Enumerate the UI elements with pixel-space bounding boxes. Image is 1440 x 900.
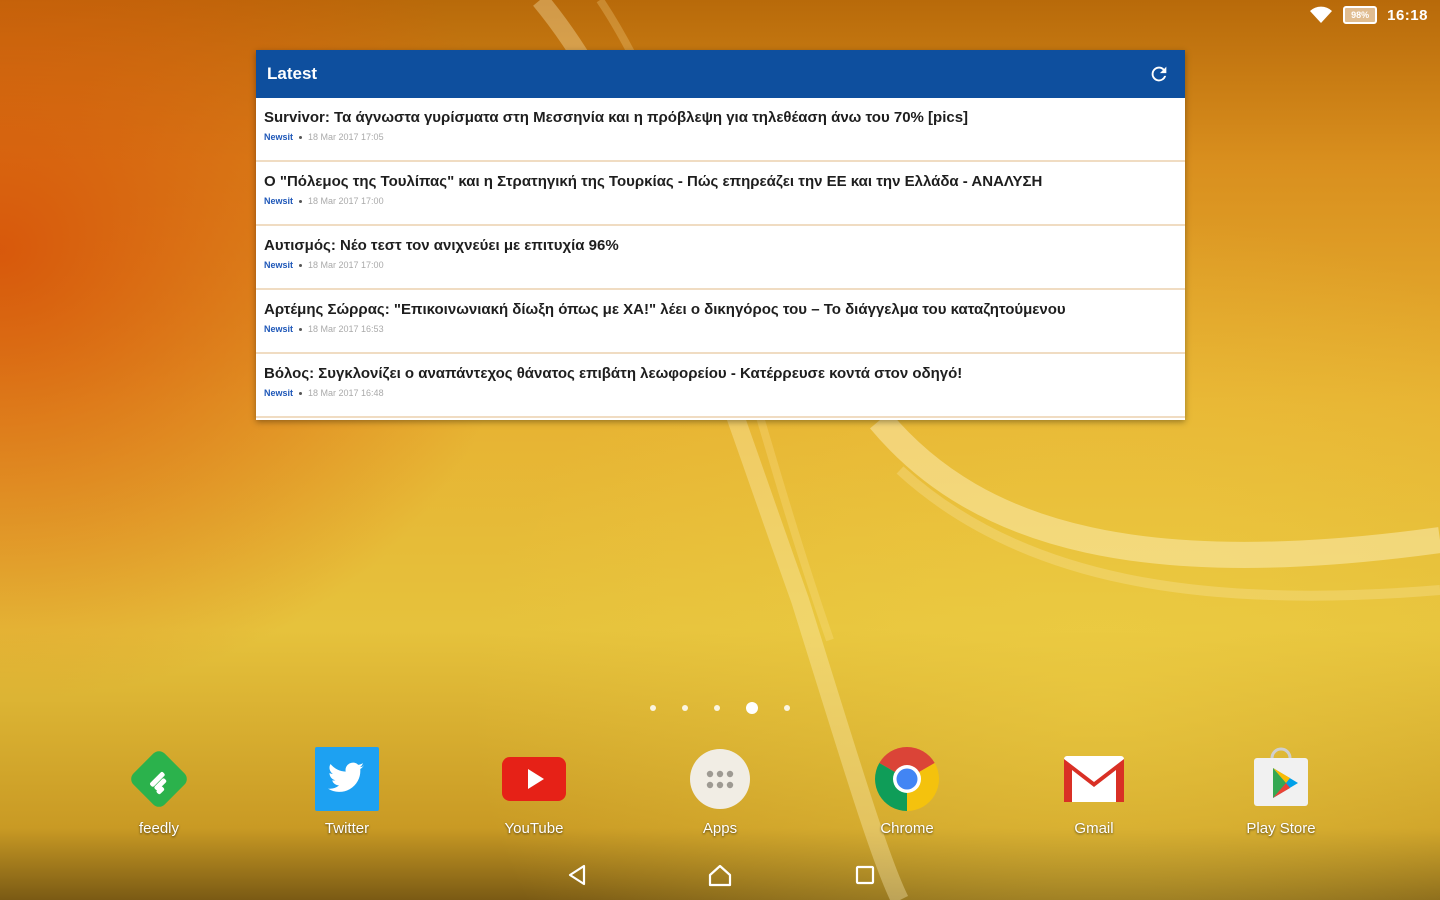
twitter-icon <box>312 744 382 814</box>
gmail-icon <box>1059 744 1129 814</box>
news-meta: Newsit 18 Mar 2017 17:00 <box>264 260 1177 270</box>
dock-app-chrome[interactable]: Chrome <box>847 744 967 837</box>
play-store-icon <box>1246 744 1316 814</box>
status-bar: 98% 16:18 <box>1309 0 1440 30</box>
news-item[interactable]: Βόλος: Συγκλονίζει ο αναπάντεχος θάνατος… <box>256 354 1185 418</box>
news-widget: Latest Survivor: Τα άγνωστα γυρίσματα στ… <box>256 50 1185 420</box>
page-dot[interactable] <box>714 705 720 711</box>
wifi-icon <box>1309 6 1333 24</box>
dock-app-apps[interactable]: Apps <box>660 744 780 837</box>
feedly-icon <box>124 744 194 814</box>
dock-app-label: YouTube <box>504 820 564 837</box>
dock-app-play-store[interactable]: Play Store <box>1221 744 1341 837</box>
back-icon[interactable] <box>563 860 593 890</box>
page-dot[interactable] <box>784 705 790 711</box>
youtube-icon <box>499 744 569 814</box>
dock-app-gmail[interactable]: Gmail <box>1034 744 1154 837</box>
news-item[interactable]: Αρτέμης Σώρρας: "Επικοινωνιακή δίωξη όπω… <box>256 290 1185 354</box>
dock-app-label: Gmail <box>1074 820 1114 837</box>
home-icon[interactable] <box>705 860 735 890</box>
separator-dot <box>299 263 303 267</box>
news-title: Survivor: Τα άγνωστα γυρίσματα στη Μεσση… <box>264 109 969 126</box>
news-time: 18 Mar 2017 17:00 <box>308 260 384 270</box>
widget-header: Latest <box>256 50 1185 98</box>
news-meta: Newsit 18 Mar 2017 16:48 <box>264 388 1177 398</box>
apps-drawer-icon <box>685 744 755 814</box>
news-time: 18 Mar 2017 17:05 <box>308 132 384 142</box>
page-dot[interactable] <box>746 702 758 714</box>
news-meta: Newsit 18 Mar 2017 17:05 <box>264 132 1177 142</box>
refresh-icon[interactable] <box>1147 62 1171 86</box>
dock-app-label: Twitter <box>324 820 370 837</box>
news-source: Newsit <box>264 196 294 206</box>
separator-dot <box>299 199 303 203</box>
news-time: 18 Mar 2017 16:48 <box>308 388 384 398</box>
news-title: Ο "Πόλεμος της Τουλίπας" και η Στρατηγικ… <box>264 173 1043 190</box>
dock-app-twitter[interactable]: Twitter <box>287 744 407 837</box>
separator-dot <box>299 135 303 139</box>
separator-dot <box>299 391 303 395</box>
battery-icon: 98% <box>1343 6 1378 24</box>
navigation-bar <box>0 850 1440 900</box>
news-source: Newsit <box>264 132 294 142</box>
separator-dot <box>299 327 303 331</box>
news-meta: Newsit 18 Mar 2017 16:53 <box>264 324 1177 334</box>
page-dot[interactable] <box>682 705 688 711</box>
app-dock: feedly Twitter YouTube Apps Chrome Gmail… <box>0 744 1440 844</box>
news-item[interactable]: Ο "Πόλεμος της Τουλίπας" και η Στρατηγικ… <box>256 162 1185 226</box>
page-indicator <box>0 702 1440 714</box>
news-title: Αυτισμός: Νέο τεστ τον ανιχνεύει με επιτ… <box>264 237 619 254</box>
news-title: Βόλος: Συγκλονίζει ο αναπάντεχος θάνατος… <box>264 365 963 382</box>
dock-app-label: Chrome <box>880 820 934 837</box>
news-list: Survivor: Τα άγνωστα γυρίσματα στη Μεσση… <box>256 98 1185 418</box>
dock-app-label: Apps <box>702 820 738 837</box>
dock-app-youtube[interactable]: YouTube <box>474 744 594 837</box>
chrome-icon <box>872 744 942 814</box>
news-source: Newsit <box>264 388 294 398</box>
news-source: Newsit <box>264 324 294 334</box>
dock-app-label: feedly <box>138 820 180 837</box>
news-item[interactable]: Αυτισμός: Νέο τεστ τον ανιχνεύει με επιτ… <box>256 226 1185 290</box>
battery-percent: 98% <box>1351 10 1370 20</box>
dock-app-label: Play Store <box>1246 820 1316 837</box>
clock: 16:18 <box>1387 6 1428 24</box>
widget-title: Latest <box>267 64 318 83</box>
news-title: Αρτέμης Σώρρας: "Επικοινωνιακή δίωξη όπω… <box>264 301 1066 318</box>
news-source: Newsit <box>264 260 294 270</box>
page-dot[interactable] <box>650 705 656 711</box>
news-time: 18 Mar 2017 17:00 <box>308 196 384 206</box>
news-item[interactable]: Survivor: Τα άγνωστα γυρίσματα στη Μεσση… <box>256 98 1185 162</box>
news-meta: Newsit 18 Mar 2017 17:00 <box>264 196 1177 206</box>
dock-app-feedly[interactable]: feedly <box>99 744 219 837</box>
recents-icon[interactable] <box>850 860 880 890</box>
news-time: 18 Mar 2017 16:53 <box>308 324 384 334</box>
